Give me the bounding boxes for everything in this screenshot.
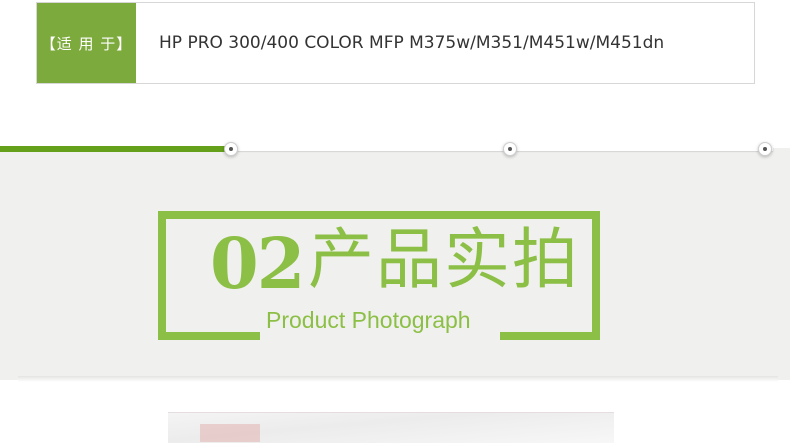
section-title-cn: 产品实拍 <box>308 221 580 298</box>
timeline-node-1 <box>224 142 238 156</box>
section-heading: 02 产品实拍 Product Photograph <box>158 211 600 343</box>
product-photo-label <box>200 424 260 442</box>
band-divider <box>18 376 778 382</box>
timeline-progress <box>0 146 228 152</box>
section-number: 02 <box>210 222 305 305</box>
applies-to-row: 【适 用 于】 HP PRO 300/400 COLOR MFP M375w/M… <box>36 2 755 84</box>
applies-to-models: HP PRO 300/400 COLOR MFP M375w/M351/M451… <box>159 33 665 53</box>
timeline-track <box>228 147 773 151</box>
applies-to-label: 【适 用 于】 <box>37 3 136 83</box>
section-title-en: Product Photograph <box>266 307 471 333</box>
timeline-node-3 <box>758 142 772 156</box>
timeline-node-2 <box>503 142 517 156</box>
